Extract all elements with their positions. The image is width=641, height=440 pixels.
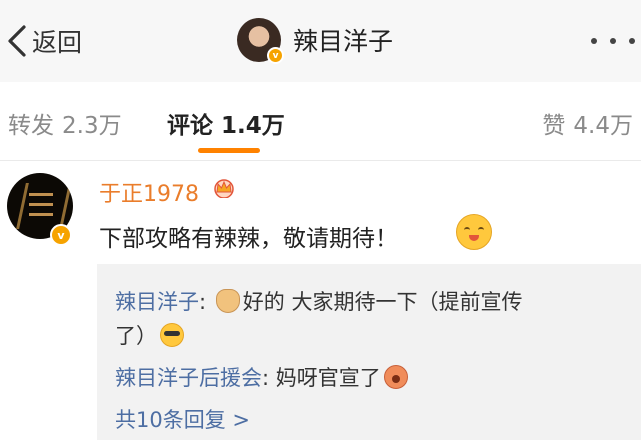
tab-reposts[interactable]: 转发 2.3万 xyxy=(8,106,122,140)
top-navigation-bar: 返回 v 辣目洋子 xyxy=(0,0,641,82)
comment-text: 下部攻略有辣辣，敬请期待！ xyxy=(99,226,398,252)
tab-likes[interactable]: 赞 4.4万 xyxy=(542,106,633,140)
active-tab-indicator xyxy=(198,148,260,153)
tab-label: 赞 xyxy=(542,113,566,139)
reply-text: 好的 大家期待一下（提前宣传 xyxy=(242,290,523,314)
reply-colon: : xyxy=(199,290,213,314)
tab-count: 1.4万 xyxy=(221,113,285,139)
chevron-left-icon xyxy=(8,25,26,57)
surprised-face-icon xyxy=(383,365,408,389)
reply-colon: : xyxy=(262,366,276,390)
tab-comments[interactable]: 评论 1.4万 xyxy=(167,106,285,140)
blushing-face-icon xyxy=(456,214,492,250)
back-label: 返回 xyxy=(32,28,83,57)
tab-count: 2.3万 xyxy=(62,113,122,139)
view-all-replies-link[interactable]: 共10条回复 > xyxy=(115,404,250,434)
tab-bar: 转发 2.3万 评论 1.4万 赞 4.4万 xyxy=(0,82,641,161)
avatar-art-strokes xyxy=(29,193,53,196)
dog-face-icon xyxy=(215,289,240,313)
verified-badge-icon: v xyxy=(267,47,284,64)
avatar-art xyxy=(16,183,72,229)
vip-crown-icon xyxy=(214,179,234,198)
cool-face-icon xyxy=(160,323,184,347)
reply-item[interactable]: 辣目洋子后援会: 妈呀官宣了 xyxy=(115,362,411,392)
profile-name[interactable]: 辣目洋子 xyxy=(293,22,393,58)
reply-text-continued: 了） xyxy=(115,324,157,348)
tab-label: 评论 xyxy=(167,113,213,139)
replies-preview[interactable]: 辣目洋子: 好的 大家期待一下（提前宣传 了） 辣目洋子后援会: 妈呀官宣了 共… xyxy=(97,264,641,440)
tab-label: 转发 xyxy=(8,113,54,139)
back-button[interactable]: 返回 xyxy=(6,22,82,60)
reply-item[interactable]: 辣目洋子: 好的 大家期待一下（提前宣传 xyxy=(115,286,522,316)
verified-badge-icon: v xyxy=(50,224,72,246)
more-options-icon[interactable] xyxy=(591,34,635,48)
reply-author[interactable]: 辣目洋子后援会 xyxy=(115,366,262,390)
comment-author-name[interactable]: 于正1978 xyxy=(99,176,199,208)
profile-header[interactable]: v 辣目洋子 xyxy=(237,17,393,64)
avatar[interactable]: v xyxy=(237,18,284,64)
reply-text: 妈呀官宣了 xyxy=(275,366,381,390)
tab-count: 4.4万 xyxy=(573,113,633,139)
reply-author[interactable]: 辣目洋子 xyxy=(115,290,199,314)
reply-item-continued: 了） xyxy=(115,320,187,350)
